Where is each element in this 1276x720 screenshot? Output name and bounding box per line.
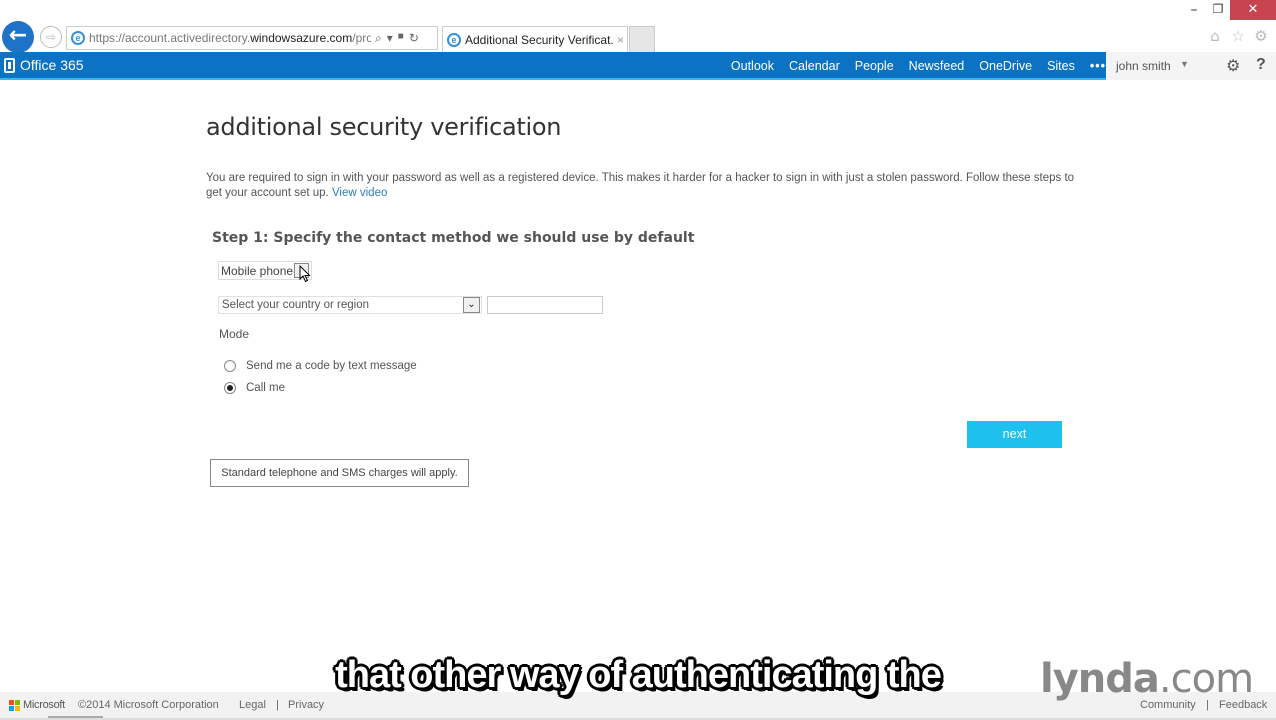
- microsoft-square: [15, 705, 20, 711]
- caret-down-icon[interactable]: ▼: [1180, 59, 1189, 69]
- footer-tab-indicator: [48, 716, 103, 718]
- view-video-link[interactable]: View video: [332, 187, 387, 199]
- lock-icon[interactable]: ■: [398, 31, 404, 46]
- url-text[interactable]: https://account.activedirectory.windowsa…: [89, 31, 371, 45]
- nav-people[interactable]: People: [855, 59, 894, 73]
- step-title: Step 1: Specify the contact method we sh…: [212, 230, 695, 246]
- arrow-left-icon: ←: [8, 23, 28, 48]
- ie-favicon-icon: e: [71, 31, 85, 45]
- ie-favicon-icon: e: [447, 32, 461, 47]
- next-button[interactable]: next: [967, 421, 1062, 448]
- new-tab-button[interactable]: [629, 26, 655, 52]
- office365-logo[interactable]: Office 365: [4, 57, 84, 73]
- tab-title: Additional Security Verificat...: [465, 32, 613, 47]
- video-subtitle: that other way of authenticating the: [335, 654, 942, 696]
- settings-gear-icon[interactable]: ⚙: [1226, 56, 1240, 76]
- microsoft-square: [9, 699, 14, 705]
- radio-option-call-me[interactable]: Call me: [224, 382, 285, 394]
- microsoft-square: [9, 705, 14, 711]
- search-icon[interactable]: ⌕: [375, 31, 382, 46]
- nav-sites[interactable]: Sites: [1047, 59, 1075, 73]
- nav-newsfeed[interactable]: Newsfeed: [909, 59, 965, 73]
- mode-label: Mode: [219, 327, 250, 341]
- microsoft-logo[interactable]: Microsoft: [9, 699, 65, 711]
- microsoft-wordmark: Microsoft: [23, 699, 65, 711]
- radio-label: Send me a code by text message: [246, 360, 417, 372]
- radio-text-message[interactable]: [224, 360, 236, 372]
- brand-name: Office 365: [20, 57, 84, 73]
- copyright: ©2014 Microsoft Corporation: [78, 699, 219, 711]
- contact-method-select[interactable]: Mobile phone ⌄: [218, 261, 312, 280]
- browser-chrome: ← ⇨ e https://account.activedirectory.wi…: [0, 0, 1276, 53]
- charges-notice: Standard telephone and SMS charges will …: [210, 459, 469, 487]
- intro-text: You are required to sign in with your pa…: [206, 172, 1075, 199]
- minimize-button[interactable]: –: [1186, 2, 1202, 18]
- country-select[interactable]: Select your country or region ⌄: [218, 296, 482, 314]
- favorites-star-icon[interactable]: ☆: [1229, 27, 1247, 45]
- radio-option-text-message[interactable]: Send me a code by text message: [224, 360, 417, 372]
- arrow-right-icon: ⇨: [45, 30, 57, 44]
- home-icon[interactable]: ⌂: [1206, 27, 1224, 45]
- tools-gear-icon[interactable]: ⚙: [1252, 27, 1270, 45]
- browser-tab-active[interactable]: e Additional Security Verificat... ×: [442, 26, 628, 52]
- mouse-cursor-icon: [299, 265, 311, 283]
- refresh-icon[interactable]: ↻: [409, 31, 419, 46]
- suite-nav-bar: Office 365 Outlook Calendar People Newsf…: [0, 52, 1276, 80]
- nav-onedrive[interactable]: OneDrive: [979, 59, 1032, 73]
- microsoft-squares-icon: [9, 699, 20, 711]
- legal-link[interactable]: Legal: [239, 699, 266, 711]
- radio-label: Call me: [246, 382, 285, 394]
- more-apps-icon[interactable]: •••: [1090, 59, 1106, 73]
- close-tab-icon[interactable]: ×: [617, 33, 624, 47]
- back-button[interactable]: ←: [2, 21, 34, 53]
- user-name[interactable]: john smith: [1116, 59, 1171, 73]
- forward-button[interactable]: ⇨: [40, 26, 62, 48]
- help-icon[interactable]: ?: [1256, 56, 1266, 74]
- page-title: additional security verification: [206, 113, 562, 141]
- country-placeholder: Select your country or region: [222, 299, 370, 311]
- phone-number-input[interactable]: [487, 296, 603, 314]
- close-window-button[interactable]: ✕: [1230, 0, 1276, 20]
- nav-outlook[interactable]: Outlook: [731, 59, 774, 73]
- microsoft-square: [15, 699, 20, 705]
- chevron-down-icon[interactable]: ⌄: [463, 297, 480, 313]
- user-menu[interactable]: john smith ▼ ⚙ ?: [1106, 52, 1276, 80]
- app-nav: Outlook Calendar People Newsfeed OneDriv…: [731, 52, 1106, 80]
- privacy-link[interactable]: Privacy: [288, 699, 324, 711]
- radio-call-me[interactable]: [224, 382, 236, 394]
- restore-button[interactable]: ❐: [1210, 2, 1226, 18]
- address-bar[interactable]: e https://account.activedirectory.window…: [66, 26, 438, 50]
- contact-method-value: Mobile phone: [221, 264, 294, 278]
- nav-calendar[interactable]: Calendar: [789, 59, 840, 73]
- dropdown-icon[interactable]: ▾: [387, 31, 393, 46]
- separator: |: [276, 699, 279, 711]
- office-icon: [4, 57, 15, 73]
